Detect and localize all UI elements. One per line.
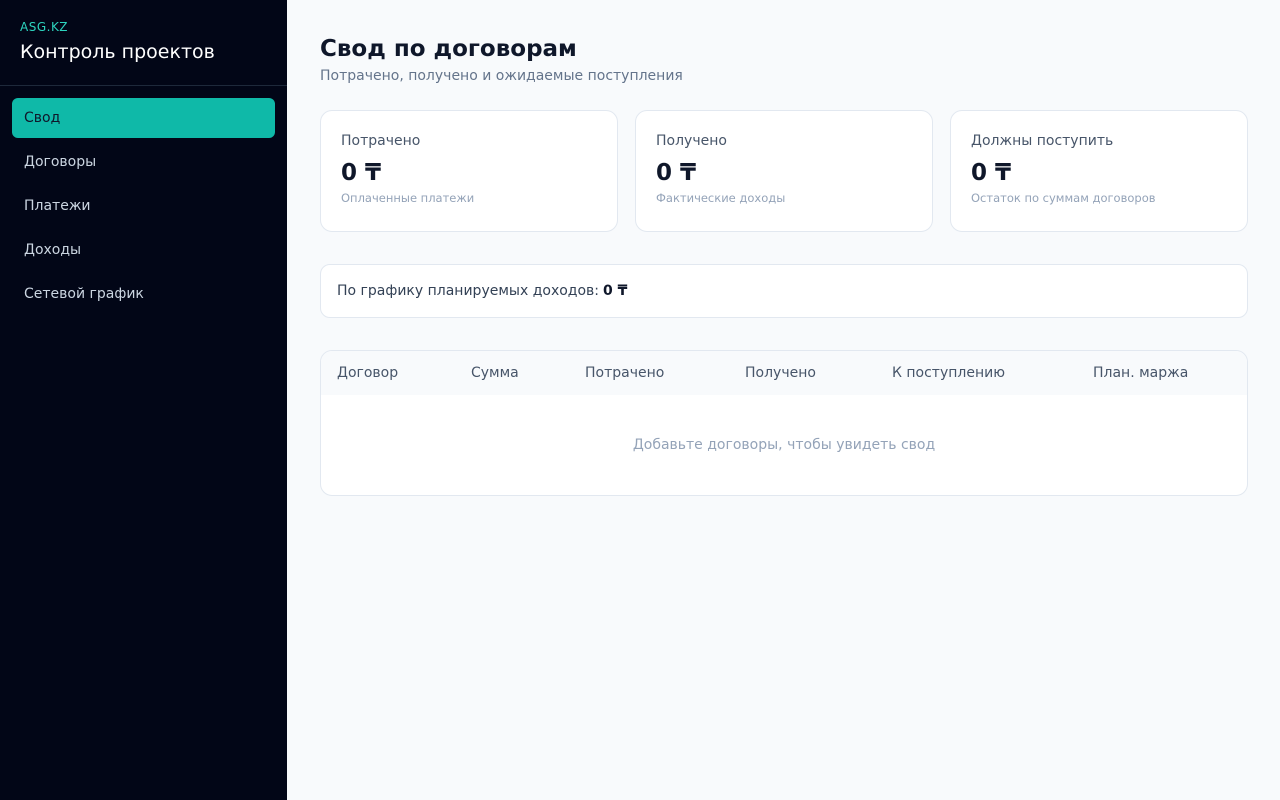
- planned-income-box: По графику планируемых доходов: 0 ₸: [320, 264, 1248, 318]
- column-header-amount[interactable]: Сумма: [471, 351, 519, 395]
- sidebar-item-payments[interactable]: Платежи: [12, 186, 275, 226]
- planned-income-value: 0 ₸: [603, 283, 628, 299]
- sidebar-item-label: Свод: [24, 110, 61, 126]
- sidebar-item-label: Платежи: [24, 198, 91, 214]
- card-note: Остаток по суммам договоров: [971, 191, 1156, 205]
- brand: ASG.KZ Контроль проектов: [0, 0, 287, 86]
- table-header: Договор Сумма Потрачено Получено К посту…: [321, 351, 1247, 395]
- page-title: Свод по договорам: [320, 36, 577, 62]
- card-note: Оплаченные платежи: [341, 191, 475, 205]
- table-empty-state: Добавьте договоры, чтобы увидеть свод: [632, 437, 936, 453]
- brand-subtitle: ASG.KZ: [20, 20, 69, 34]
- card-spent: Потрачено 0 ₸ Оплаченные платежи: [320, 110, 618, 232]
- card-received: Получено 0 ₸ Фактические доходы: [635, 110, 933, 232]
- sidebar-item-network-schedule[interactable]: Сетевой график: [12, 274, 275, 314]
- app-root: ASG.KZ Контроль проектов Свод Договоры П…: [0, 0, 1280, 800]
- card-note: Фактические доходы: [656, 191, 786, 205]
- sidebar: ASG.KZ Контроль проектов Свод Договоры П…: [0, 0, 287, 800]
- sidebar-item-summary[interactable]: Свод: [12, 98, 275, 138]
- sidebar-item-income[interactable]: Доходы: [12, 230, 275, 270]
- card-label: Должны поступить: [971, 133, 1114, 149]
- column-header-spent[interactable]: Потрачено: [585, 351, 664, 395]
- sidebar-nav: Свод Договоры Платежи Доходы Сетевой гра…: [0, 86, 287, 326]
- summary-table: Договор Сумма Потрачено Получено К посту…: [320, 350, 1248, 496]
- card-label: Получено: [656, 133, 727, 149]
- column-header-received[interactable]: Получено: [745, 351, 816, 395]
- column-header-planned-margin[interactable]: План. маржа: [1093, 351, 1188, 395]
- card-value: 0 ₸: [656, 160, 697, 186]
- card-value: 0 ₸: [341, 160, 382, 186]
- sidebar-item-label: Доходы: [24, 242, 82, 258]
- card-expected: Должны поступить 0 ₸ Остаток по суммам д…: [950, 110, 1248, 232]
- sidebar-item-contracts[interactable]: Договоры: [12, 142, 275, 182]
- summary-cards: Потрачено 0 ₸ Оплаченные платежи Получен…: [320, 110, 1248, 232]
- planned-income-label: По графику планируемых доходов:: [337, 283, 600, 299]
- sidebar-item-label: Сетевой график: [24, 286, 144, 302]
- sidebar-item-label: Договоры: [24, 154, 97, 170]
- column-header-to-receive[interactable]: К поступлению: [892, 351, 1005, 395]
- card-value: 0 ₸: [971, 160, 1012, 186]
- brand-title: Контроль проектов: [20, 41, 215, 63]
- main-content: Свод по договорам Потрачено, получено и …: [287, 0, 1280, 800]
- card-label: Потрачено: [341, 133, 421, 149]
- page-subtitle: Потрачено, получено и ожидаемые поступле…: [320, 68, 683, 84]
- column-header-contract[interactable]: Договор: [337, 351, 398, 395]
